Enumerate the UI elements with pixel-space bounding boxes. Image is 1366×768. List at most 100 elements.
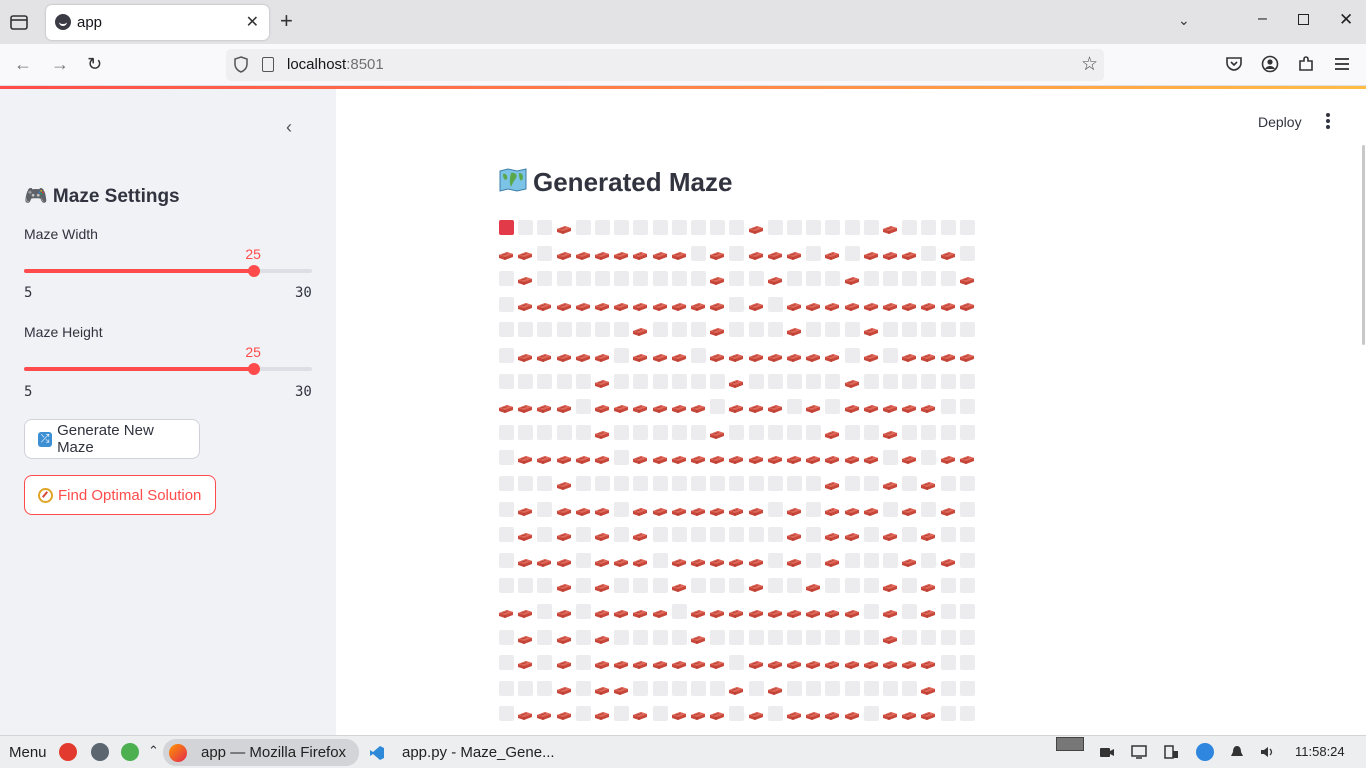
maze-path-cell <box>710 578 725 593</box>
maze-wall-icon <box>940 299 956 311</box>
camera-icon[interactable] <box>1099 745 1115 759</box>
minimize-icon[interactable]: – <box>1258 10 1267 28</box>
bookmark-star-icon[interactable]: ☆ <box>1081 53 1098 76</box>
width-slider[interactable] <box>24 265 312 277</box>
maze-path-cell <box>864 527 879 542</box>
maze-wall-icon <box>709 273 725 285</box>
maze-wall-icon <box>824 529 840 541</box>
more-options-icon[interactable] <box>1326 113 1330 131</box>
back-icon[interactable]: ← <box>14 54 32 74</box>
maze-wall-icon <box>575 350 591 362</box>
vscode-icon[interactable] <box>369 745 385 761</box>
maze-path-cell <box>749 374 764 389</box>
maze-path-cell <box>749 630 764 645</box>
browser-tab-bar: app ✕ + ⌄ – ✕ <box>0 0 1366 44</box>
width-slider-thumb[interactable] <box>248 265 261 277</box>
height-slider-thumb[interactable] <box>248 363 261 375</box>
tab-list-icon[interactable] <box>8 11 30 33</box>
window-close-icon[interactable]: ✕ <box>1339 10 1353 30</box>
extensions-icon[interactable] <box>1297 55 1315 73</box>
account-icon[interactable] <box>1261 55 1279 73</box>
find-solution-label: Find Optimal Solution <box>58 486 202 504</box>
generate-maze-button[interactable]: ⤮ Generate New Maze <box>24 419 200 459</box>
chevron-up-icon[interactable]: ⌃ <box>148 743 159 759</box>
maze-wall-icon <box>517 248 533 260</box>
maze-wall-icon <box>901 555 917 567</box>
network-icon[interactable] <box>1163 745 1179 759</box>
maze-path-cell <box>614 450 629 465</box>
maze-path-cell <box>864 553 879 568</box>
maze-wall-icon <box>844 504 860 516</box>
maze-wall-icon <box>824 708 840 720</box>
height-slider-value: 25 <box>245 344 261 360</box>
maze-wall-icon <box>632 657 648 669</box>
height-slider[interactable] <box>24 363 312 375</box>
taskbar-vscode-label[interactable]: app.py - Maze_Gene... <box>402 744 555 761</box>
display-icon[interactable] <box>1131 745 1147 759</box>
url-bar[interactable]: localhost:8501 ☆ <box>226 49 1104 81</box>
browser-tab[interactable]: app ✕ <box>46 5 269 40</box>
maze-path-cell <box>672 604 687 619</box>
taskbar-firefox[interactable]: app — Mozilla Firefox <box>163 739 359 766</box>
collapse-sidebar-icon[interactable]: ‹ <box>286 117 292 138</box>
notification-bell-icon[interactable] <box>1229 745 1245 759</box>
maze-path-cell <box>653 374 668 389</box>
maze-wall-icon <box>498 401 514 413</box>
maze-wall-icon <box>671 580 687 592</box>
maze-wall-icon <box>517 504 533 516</box>
maze-path-cell <box>691 681 706 696</box>
pocket-icon[interactable] <box>1225 55 1243 73</box>
forward-icon[interactable]: → <box>51 54 69 74</box>
shield-icon <box>234 56 248 73</box>
deploy-button[interactable]: Deploy <box>1258 114 1302 130</box>
maze-path-cell <box>921 322 936 337</box>
maze-wall-icon <box>748 580 764 592</box>
chevron-down-icon[interactable]: ⌄ <box>1178 12 1190 29</box>
maze-path-cell <box>845 553 860 568</box>
maze-wall-icon <box>824 606 840 618</box>
maze-wall-icon <box>882 632 898 644</box>
maze-path-cell <box>941 655 956 670</box>
maze-wall-icon <box>844 376 860 388</box>
maze-path-cell <box>557 374 572 389</box>
reload-icon[interactable]: ↻ <box>87 54 102 74</box>
maze-wall-icon <box>517 273 533 285</box>
terminal-icon[interactable] <box>91 743 109 761</box>
start-menu-button[interactable]: Menu <box>9 744 47 761</box>
height-slider-max: 30 <box>295 384 312 400</box>
maze-path-cell <box>672 374 687 389</box>
maze-path-cell <box>518 681 533 696</box>
maze-path-cell <box>787 374 802 389</box>
new-tab-icon[interactable]: + <box>280 10 293 32</box>
maze-wall-icon <box>671 555 687 567</box>
maze-wall-icon <box>517 555 533 567</box>
maze-path-cell <box>825 578 840 593</box>
maze-path-cell <box>806 553 821 568</box>
maze-path-cell <box>653 322 668 337</box>
url-text[interactable]: localhost:8501 <box>287 56 384 73</box>
maze-wall-icon <box>709 606 725 618</box>
app-launcher-icon[interactable] <box>59 743 77 761</box>
maze-wall-icon <box>652 606 668 618</box>
maze-path-cell <box>672 681 687 696</box>
maze-wall-icon <box>556 350 572 362</box>
maximize-icon[interactable] <box>1298 14 1309 25</box>
hamburger-menu-icon[interactable] <box>1333 55 1351 73</box>
scrollbar[interactable] <box>1362 145 1365 345</box>
maze-path-cell <box>749 476 764 491</box>
maze-wall-icon <box>805 657 821 669</box>
find-solution-button[interactable]: Find Optimal Solution <box>24 475 216 515</box>
maze-wall-icon <box>709 299 725 311</box>
maze-path-cell <box>902 681 917 696</box>
bluetooth-icon[interactable] <box>1196 743 1214 761</box>
maze-wall-icon <box>748 350 764 362</box>
maze-path-cell <box>729 655 744 670</box>
volume-icon[interactable] <box>1260 745 1276 759</box>
maze-wall-icon <box>805 452 821 464</box>
maze-path-cell <box>691 246 706 261</box>
search-icon[interactable] <box>121 743 139 761</box>
tab-close-icon[interactable]: ✕ <box>246 12 259 32</box>
maze-wall-icon <box>824 452 840 464</box>
maze-path-cell <box>787 630 802 645</box>
workspace-icon[interactable] <box>1056 737 1084 751</box>
